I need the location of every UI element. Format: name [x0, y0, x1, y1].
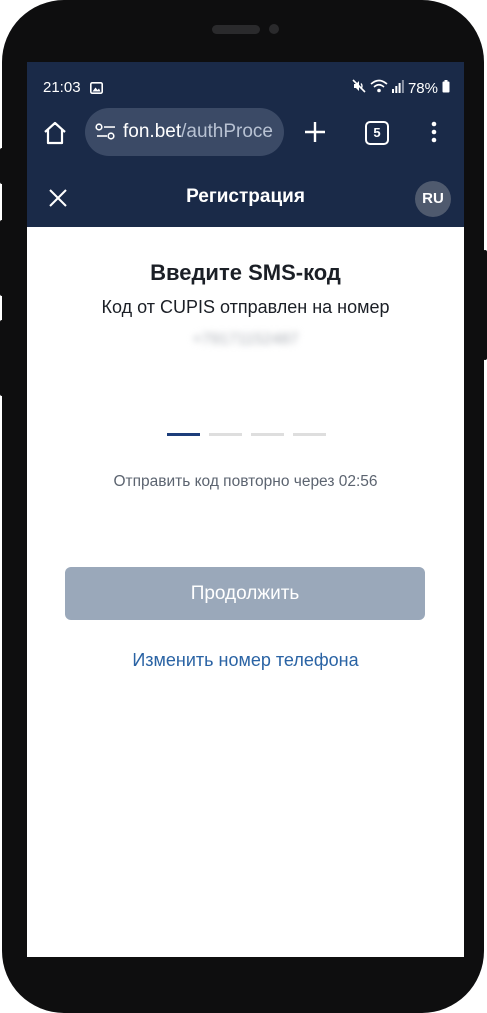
- form-subtitle: Код от CUPIS отправлен на номер: [101, 297, 390, 317]
- side-button: [0, 148, 4, 184]
- code-cell[interactable]: [167, 433, 200, 436]
- home-button[interactable]: [42, 120, 68, 146]
- code-cell[interactable]: [293, 433, 326, 436]
- signal-icon: [391, 79, 404, 97]
- more-vert-icon: [431, 121, 437, 143]
- page-title: Регистрация: [186, 186, 305, 207]
- status-icons: 78%: [352, 79, 450, 97]
- app-header: Регистрация RU: [27, 172, 464, 227]
- code-cell[interactable]: [209, 433, 242, 436]
- new-tab-button[interactable]: [303, 120, 327, 144]
- status-bar: 21:03 78%: [27, 62, 464, 112]
- tab-switcher-button[interactable]: 5: [365, 121, 389, 145]
- mute-icon: [352, 79, 366, 97]
- screen: 21:03 78% fon.bet/authProce 5 Регистраци…: [27, 62, 464, 957]
- plus-icon: [305, 122, 325, 142]
- language-button[interactable]: RU: [415, 181, 451, 217]
- status-time: 21:03: [43, 79, 81, 96]
- change-phone-link[interactable]: Изменить номер телефона: [27, 650, 464, 671]
- continue-button[interactable]: Продолжить: [65, 567, 425, 620]
- battery-icon: [442, 79, 450, 97]
- battery-percent: 78%: [407, 79, 438, 97]
- image-notification-icon: [90, 81, 103, 98]
- browser-menu-button[interactable]: [425, 120, 443, 144]
- code-cell[interactable]: [251, 433, 284, 436]
- address-bar[interactable]: fon.bet/authProce: [85, 108, 284, 156]
- url-text: fon.bet/authProce: [123, 121, 273, 143]
- header-area: 21:03 78% fon.bet/authProce 5 Регистраци…: [27, 62, 464, 227]
- masked-phone-number: +79171152487: [192, 331, 299, 348]
- wifi-icon: [370, 79, 388, 97]
- resend-timer: Отправить код повторно через 02:56: [113, 473, 378, 490]
- url-path: /authProce: [181, 121, 274, 142]
- form-heading: Введите SMS-код: [150, 260, 341, 285]
- speaker: [212, 25, 260, 34]
- front-camera: [269, 24, 279, 34]
- sms-code-input[interactable]: [167, 433, 327, 443]
- home-icon: [44, 121, 66, 145]
- volume-up-button: [0, 220, 4, 296]
- browser-toolbar: fon.bet/authProce 5: [27, 108, 464, 158]
- site-settings-icon[interactable]: [95, 123, 117, 146]
- power-button: [483, 250, 487, 360]
- url-domain: fon.bet: [123, 121, 182, 142]
- phone-frame: 21:03 78% fon.bet/authProce 5 Регистраци…: [2, 0, 484, 1013]
- volume-down-button: [0, 320, 4, 396]
